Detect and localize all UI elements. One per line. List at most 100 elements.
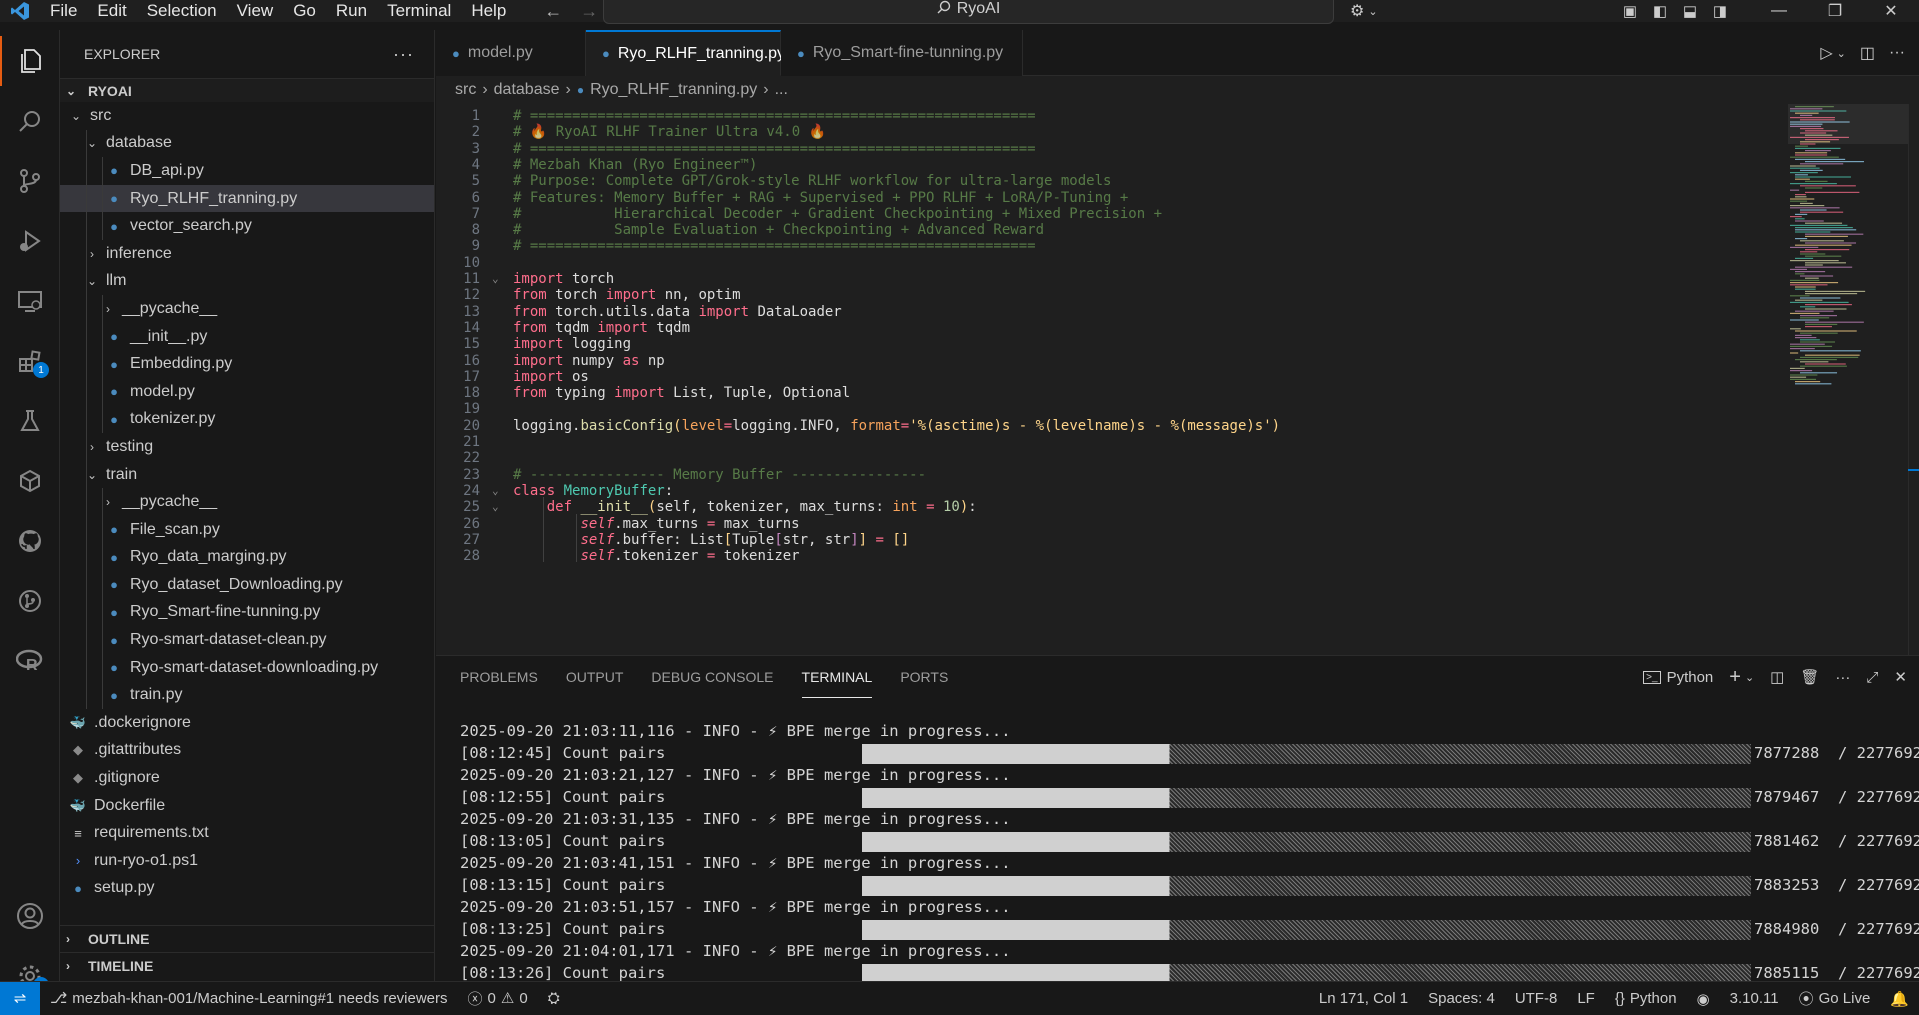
end-of-line[interactable]: LF: [1567, 990, 1605, 1007]
tab-model-py[interactable]: ● model.py: [436, 30, 586, 76]
run-python-file-icon[interactable]: ▷: [1820, 43, 1832, 63]
folder-pycache[interactable]: › __pycache__: [60, 295, 434, 323]
back-arrow-icon[interactable]: ←: [544, 1, 562, 22]
file-dockerignore[interactable]: 🐳 .dockerignore: [60, 709, 434, 737]
tab-terminal[interactable]: TERMINAL: [801, 656, 873, 698]
more-actions-icon[interactable]: ···: [1835, 669, 1850, 686]
customize-layout-icon[interactable]: ▣: [1615, 2, 1645, 20]
toggle-panel-icon[interactable]: ⬓: [1675, 2, 1705, 20]
chevron-down-icon[interactable]: ⌄: [1837, 47, 1846, 60]
menu-view[interactable]: View: [227, 0, 284, 22]
minimize-icon[interactable]: —: [1751, 2, 1807, 20]
close-window-icon[interactable]: ✕: [1863, 1, 1919, 21]
extensions-icon[interactable]: 1: [0, 336, 60, 386]
timeline-section[interactable]: › TIMELINE: [60, 952, 435, 979]
cursor-position[interactable]: Ln 171, Col 1: [1309, 990, 1418, 1007]
account-icon[interactable]: [0, 891, 60, 941]
menu-go[interactable]: Go: [283, 0, 326, 22]
new-terminal-icon[interactable]: +: [1729, 666, 1741, 689]
breadcrumb-database[interactable]: database: [494, 81, 560, 99]
toggle-secondary-sidebar-icon[interactable]: ◨: [1705, 2, 1735, 20]
copilot-menu[interactable]: ⚙ ⌄: [1350, 0, 1378, 22]
menu-selection[interactable]: Selection: [137, 0, 227, 22]
file-gitignore[interactable]: ◆ .gitignore: [60, 764, 434, 792]
tab-ryo-smart-fine-tunning-py[interactable]: ● Ryo_Smart-fine-tunning.py: [781, 30, 1023, 76]
split-editor-icon[interactable]: ◫: [1860, 43, 1875, 63]
restore-icon[interactable]: ❐: [1807, 1, 1863, 21]
file-run-ryo-o1-ps1[interactable]: › run-ryo-o1.ps1: [60, 847, 434, 875]
code-line[interactable]: 28 self.tokenizer = tokenizer: [436, 546, 1776, 566]
run-debug-icon[interactable]: [0, 216, 60, 266]
menu-run[interactable]: Run: [326, 0, 377, 22]
menu-edit[interactable]: Edit: [87, 0, 136, 22]
python-interpreter[interactable]: 3.10.11: [1720, 990, 1789, 1007]
tab-ryo-rlhf-tranning-py[interactable]: ● Ryo_RLHF_tranning.py ✕: [586, 30, 810, 76]
toggle-primary-sidebar-icon[interactable]: ◧: [1645, 2, 1675, 20]
encoding[interactable]: UTF-8: [1505, 990, 1568, 1007]
file-init-py[interactable]: ● __init__.py: [60, 322, 434, 351]
command-center-search[interactable]: RyoAI: [603, 0, 1334, 24]
breadcrumb-file[interactable]: Ryo_RLHF_tranning.py: [590, 81, 757, 99]
menu-help[interactable]: Help: [461, 0, 516, 22]
folder-train[interactable]: ⌄ train: [60, 460, 434, 489]
indentation[interactable]: Spaces: 4: [1418, 990, 1505, 1007]
file-gitattributes[interactable]: ◆ .gitattributes: [60, 737, 434, 765]
copilot-status-icon[interactable]: ◉: [1687, 990, 1720, 1008]
git-graph-icon[interactable]: [0, 576, 60, 626]
file-ryo-rlhf-tranning-py[interactable]: ● Ryo_RLHF_tranning.py: [60, 184, 434, 213]
file-dockerfile[interactable]: 🐳 Dockerfile: [60, 792, 434, 820]
file-db-api-py[interactable]: ● DB_api.py: [60, 157, 434, 185]
menu-terminal[interactable]: Terminal: [377, 0, 461, 22]
breadcrumb-src[interactable]: src: [455, 81, 476, 99]
file-ryo-data-marging-py[interactable]: ● Ryo_data_marging.py: [60, 543, 434, 572]
file-model-py[interactable]: ● model.py: [60, 377, 434, 406]
menu-file[interactable]: File: [40, 0, 87, 22]
file-requirements-txt[interactable]: ≡ requirements.txt: [60, 819, 434, 847]
folder-testing[interactable]: › testing: [60, 433, 434, 461]
split-terminal-icon[interactable]: ◫: [1770, 668, 1784, 686]
file-ryo-smart-dataset-downloading-py[interactable]: ● Ryo-smart-dataset-downloading.py: [60, 653, 434, 682]
github-icon[interactable]: [0, 516, 60, 566]
file-train-py[interactable]: ● train.py: [60, 681, 434, 710]
tab-debug-console[interactable]: DEBUG CONSOLE: [651, 656, 773, 698]
folder-inference[interactable]: › inference: [60, 239, 434, 268]
forward-arrow-icon[interactable]: →: [580, 1, 598, 22]
pull-request-status[interactable]: ⎇ mezbah-khan-001/Machine-Learning#1 nee…: [40, 989, 458, 1008]
terminal-shell-selector[interactable]: >_ Python: [1643, 669, 1713, 686]
folder-database[interactable]: ⌄ database: [60, 129, 434, 158]
explorer-icon[interactable]: [0, 36, 60, 86]
remote-indicator-icon[interactable]: ⇌: [0, 981, 40, 1015]
r-icon[interactable]: R: [0, 636, 60, 686]
remote-explorer-icon[interactable]: [0, 276, 60, 326]
problems-status[interactable]: ⓧ 0 ⚠ 0: [458, 988, 538, 1009]
minimap-viewport[interactable]: [1788, 104, 1908, 144]
folder-src[interactable]: ⌄ src: [60, 102, 434, 130]
more-actions-icon[interactable]: ···: [393, 44, 414, 65]
search-icon[interactable]: [0, 96, 60, 146]
file-tokenizer-py[interactable]: ● tokenizer.py: [60, 405, 434, 434]
tab-ports[interactable]: PORTS: [900, 656, 948, 698]
file-file-scan-py[interactable]: ● File_scan.py: [60, 515, 434, 544]
notifications-bell-icon[interactable]: 🔔: [1880, 990, 1919, 1008]
maximize-panel-icon[interactable]: ⤢: [1866, 669, 1878, 686]
editor-scrollbar[interactable]: [1908, 104, 1919, 655]
minimap[interactable]: [1788, 104, 1908, 655]
trash-icon[interactable]: 🗑: [1800, 668, 1819, 686]
breadcrumb-symbol[interactable]: ...: [775, 81, 788, 99]
testing-icon[interactable]: [0, 396, 60, 446]
tab-problems[interactable]: PROBLEMS: [460, 656, 538, 698]
file-setup-py[interactable]: ● setup.py: [60, 875, 434, 903]
more-actions-icon[interactable]: ···: [1889, 44, 1905, 62]
file-ryo-dataset-downloading-py[interactable]: ● Ryo_dataset_Downloading.py: [60, 571, 434, 599]
close-panel-icon[interactable]: ✕: [1894, 668, 1907, 686]
chevron-down-icon[interactable]: ⌄: [1745, 671, 1754, 684]
file-ryo-smart-fine-tunning-py[interactable]: ● Ryo_Smart-fine-tunning.py: [60, 598, 434, 627]
folder-llm[interactable]: ⌄ llm: [60, 267, 434, 296]
outline-section[interactable]: › OUTLINE: [60, 925, 435, 952]
containers-icon[interactable]: [0, 456, 60, 506]
go-live-button[interactable]: ⦿ Go Live: [1789, 988, 1881, 1009]
tab-output[interactable]: OUTPUT: [566, 656, 624, 698]
folder-pycache[interactable]: › __pycache__: [60, 488, 434, 516]
workspace-root[interactable]: ⌄ RYOAI: [60, 78, 434, 102]
language-mode[interactable]: {} Python: [1605, 990, 1687, 1007]
